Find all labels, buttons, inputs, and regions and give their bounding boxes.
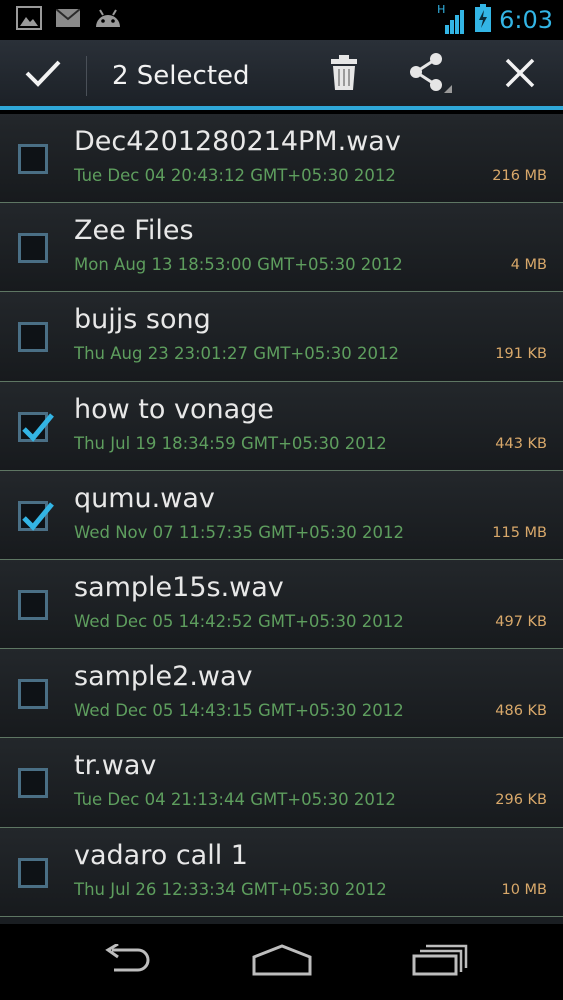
checkbox[interactable] <box>18 589 48 620</box>
trash-icon <box>330 55 358 95</box>
gallery-icon <box>16 6 42 34</box>
action-bar-divider <box>86 56 87 96</box>
file-date: Wed Nov 07 11:57:35 GMT+05:30 2012 <box>74 522 404 542</box>
checkbox[interactable] <box>18 679 48 710</box>
signal-icon: H <box>437 3 467 35</box>
file-date: Thu Aug 23 23:01:27 GMT+05:30 2012 <box>74 344 400 364</box>
close-button[interactable] <box>490 40 550 110</box>
file-name: vadaro call 1 <box>74 839 248 871</box>
contextual-action-bar: 2 Selected <box>0 40 563 110</box>
home-icon <box>251 943 313 981</box>
file-date: Mon Aug 13 18:53:00 GMT+05:30 2012 <box>74 255 403 275</box>
file-date: Tue Dec 04 20:43:12 GMT+05:30 2012 <box>74 166 396 185</box>
system-icons: H 6:03 <box>437 0 553 40</box>
file-name: Zee Files <box>74 215 194 247</box>
file-name: bujjs song <box>74 304 211 336</box>
file-list-item[interactable]: qumu.wav Wed Nov 07 11:57:35 GMT+05:30 20… <box>0 470 563 560</box>
file-size: 497 KB <box>495 613 547 630</box>
file-name: sample2.wav <box>74 661 253 693</box>
back-button[interactable] <box>94 938 158 986</box>
checkbox[interactable] <box>18 322 48 353</box>
checkbox[interactable] <box>18 857 48 888</box>
battery-charging-icon <box>475 4 492 36</box>
done-button[interactable] <box>0 40 86 110</box>
checkmark-icon <box>22 412 54 442</box>
file-list-item[interactable]: tr.wav Tue Dec 04 21:13:44 GMT+05:30 2012… <box>0 738 563 828</box>
file-list-item[interactable]: bujjs song Thu Aug 23 23:01:27 GMT+05:30 … <box>0 292 563 382</box>
file-list[interactable]: Dec4201280214PM.wav Tue Dec 04 20:43:12 G… <box>0 114 563 924</box>
checkbox[interactable] <box>18 233 48 264</box>
selection-count-title: 2 Selected <box>112 61 250 91</box>
file-size: 296 KB <box>495 792 547 809</box>
file-size: 191 KB <box>495 346 547 363</box>
status-bar: H 6:03 <box>0 0 563 40</box>
file-list-item[interactable]: vadaro call 1 Thu Jul 26 12:33:34 GMT+05:… <box>0 827 563 917</box>
notification-icons <box>0 6 122 34</box>
checkbox[interactable] <box>18 144 48 174</box>
close-icon <box>505 58 535 92</box>
file-name: sample15s.wav <box>74 571 284 603</box>
share-icon <box>406 51 454 99</box>
file-name: qumu.wav <box>74 482 215 514</box>
file-date: Thu Jul 19 18:34:59 GMT+05:30 2012 <box>74 433 387 453</box>
mail-icon <box>55 8 81 31</box>
recent-apps-icon <box>412 944 468 980</box>
file-list-item[interactable]: Zee Files Mon Aug 13 18:53:00 GMT+05:30 2… <box>0 203 563 293</box>
checkbox[interactable] <box>18 768 48 799</box>
file-date: Tue Dec 04 21:13:44 GMT+05:30 2012 <box>74 790 396 810</box>
file-date: Thu Jul 26 12:33:34 GMT+05:30 2012 <box>74 879 387 899</box>
file-size: 4 MB <box>510 257 547 274</box>
recent-apps-button[interactable] <box>408 938 472 986</box>
home-button[interactable] <box>248 938 316 986</box>
file-size: 443 KB <box>495 435 547 452</box>
file-date: Wed Dec 05 14:42:52 GMT+05:30 2012 <box>74 611 404 631</box>
android-icon <box>94 7 122 33</box>
file-date: Wed Dec 05 14:43:15 GMT+05:30 2012 <box>74 701 404 721</box>
file-list-item[interactable]: sample15s.wav Wed Dec 05 14:42:52 GMT+05:… <box>0 559 563 650</box>
file-size: 486 KB <box>495 703 547 720</box>
file-name: tr.wav <box>74 750 157 782</box>
file-size: 10 MB <box>501 881 547 898</box>
file-list-item[interactable]: sample2.wav Wed Dec 05 14:43:15 GMT+05:30… <box>0 649 563 739</box>
clock: 6:03 <box>499 6 553 34</box>
file-name: how to vonage <box>74 393 274 425</box>
file-size: 115 MB <box>492 524 547 541</box>
file-list-item[interactable]: how to vonage Thu Jul 19 18:34:59 GMT+05:… <box>0 381 563 471</box>
checkmark-icon <box>22 502 54 531</box>
checkbox-checked[interactable] <box>18 411 54 442</box>
share-button[interactable] <box>400 40 460 110</box>
back-icon <box>98 942 154 980</box>
delete-button[interactable] <box>316 40 372 110</box>
file-name: Dec4201280214PM.wav <box>74 126 401 157</box>
file-size: 216 MB <box>492 168 547 184</box>
navigation-bar <box>0 924 563 1000</box>
checkmark-icon <box>24 58 62 92</box>
checkbox-checked[interactable] <box>18 500 54 531</box>
file-list-item[interactable]: Dec4201280214PM.wav Tue Dec 04 20:43:12 G… <box>0 114 563 204</box>
